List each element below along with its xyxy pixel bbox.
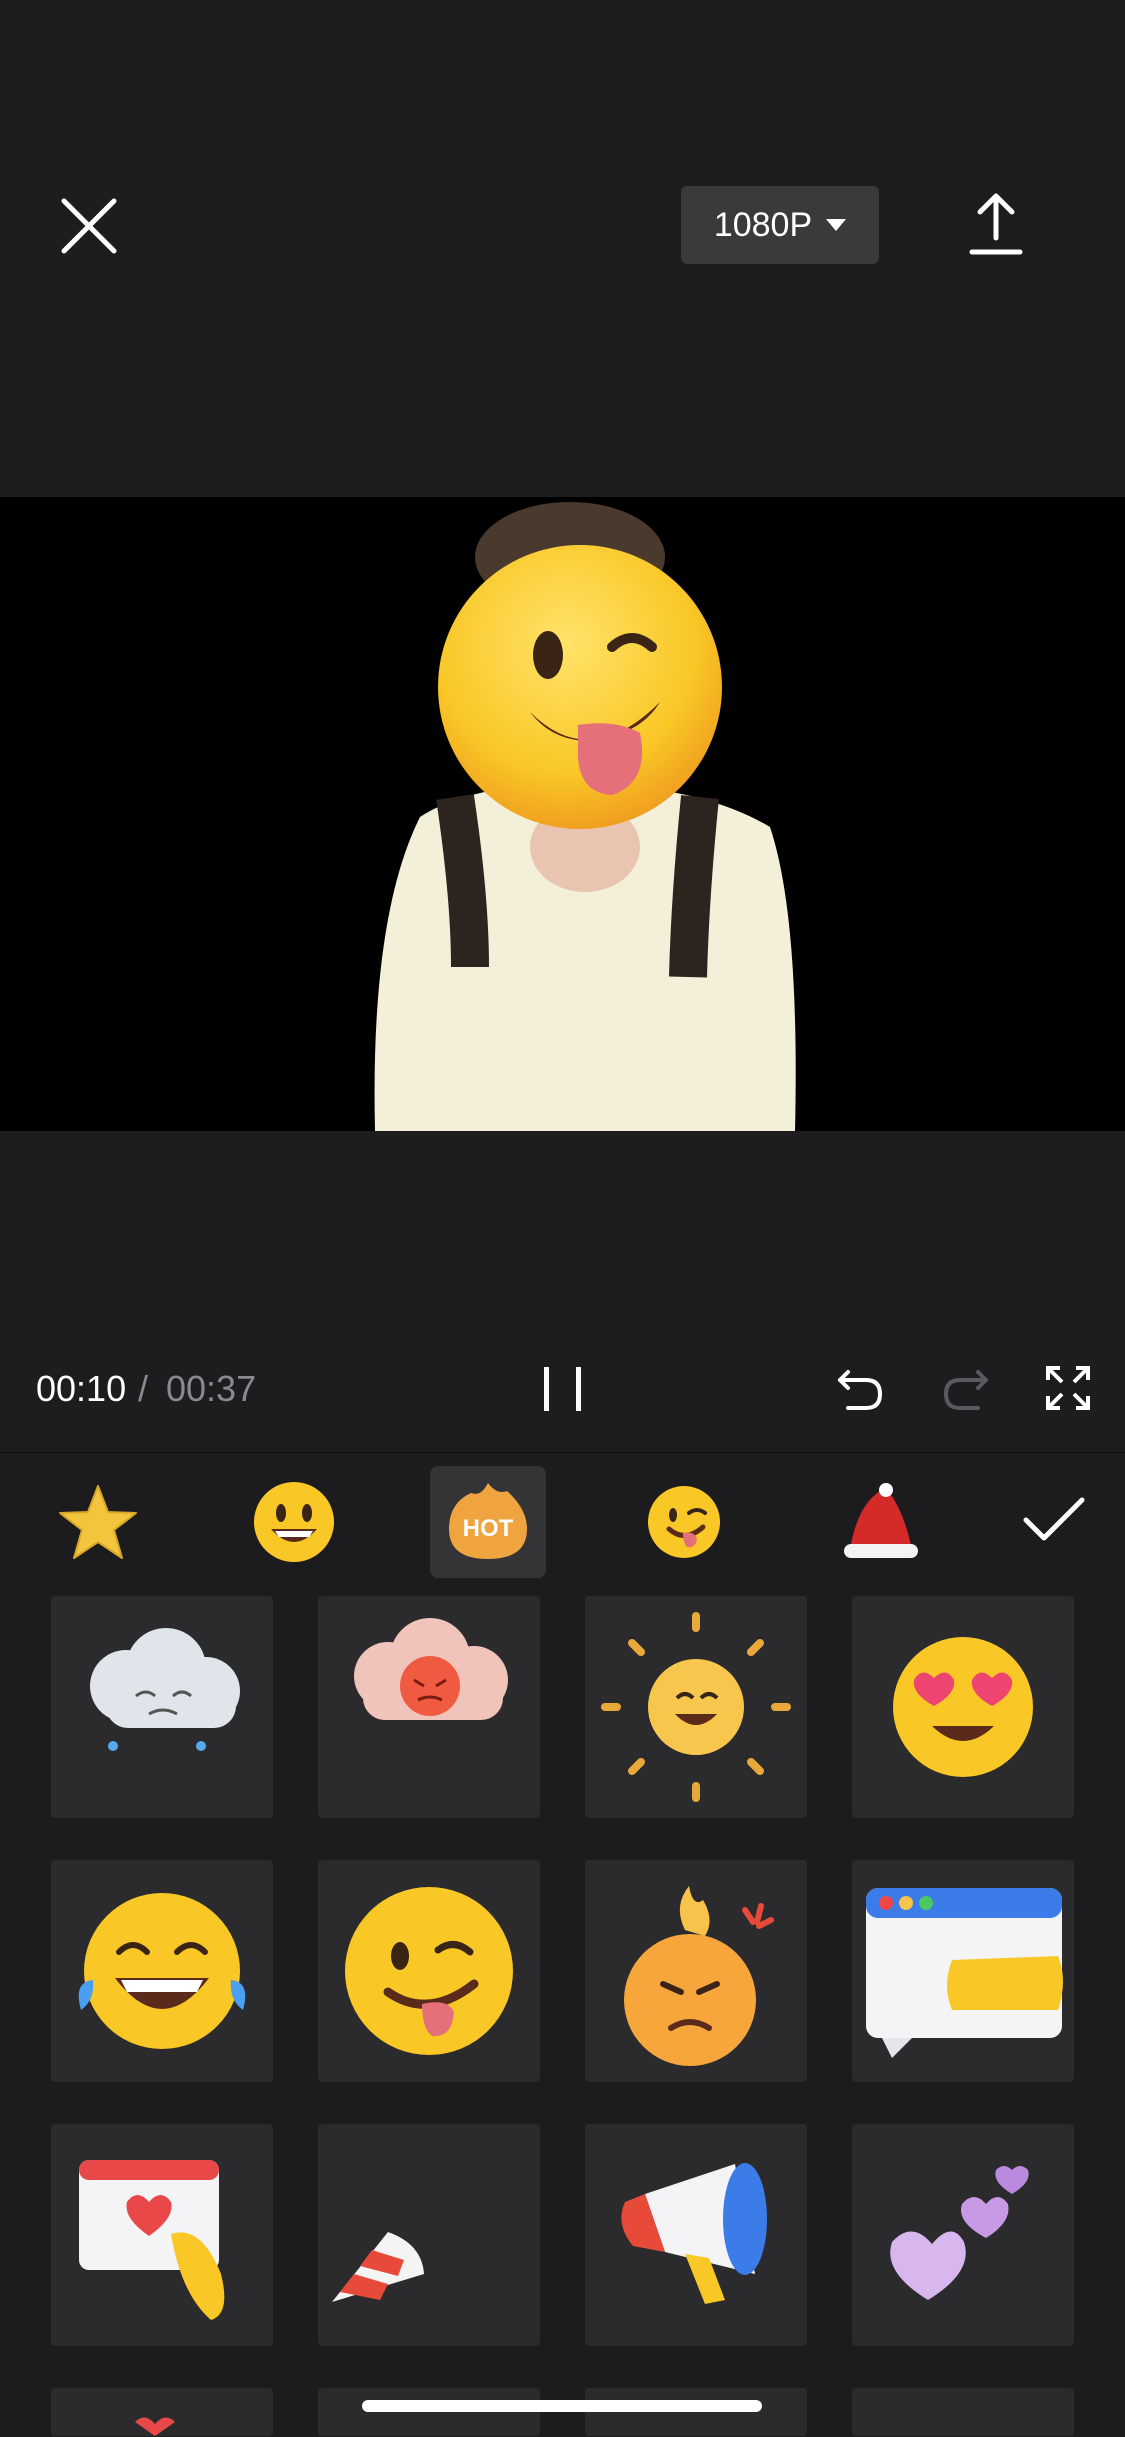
redo-icon (943, 1370, 988, 1410)
sticker-sad-cloud[interactable] (51, 1596, 273, 1818)
heart-sticker-icon (135, 2417, 175, 2436)
sticker-row4-3[interactable] (585, 2388, 807, 2436)
winking-tongue-face-icon (345, 1887, 513, 2055)
export-icon (969, 193, 1023, 255)
hearts-icon (890, 2166, 1029, 2300)
winking-tongue-face-icon (648, 1486, 720, 1558)
fullscreen-icon (1046, 1366, 1090, 1410)
tab-favorites[interactable] (40, 1466, 156, 1578)
sticker-angry-fire[interactable] (585, 1860, 807, 2082)
tab-christmas[interactable] (822, 1466, 938, 1578)
current-time: 00:10 (36, 1368, 127, 1409)
sticker-tears-of-joy[interactable] (51, 1860, 273, 2082)
tab-wink[interactable] (626, 1466, 742, 1578)
star-icon (59, 1485, 137, 1559)
hot-label: HOT (463, 1515, 514, 1542)
tears-of-joy-icon (78, 1893, 246, 2049)
megaphone-icon (621, 2163, 767, 2304)
resolution-label: 1080P (713, 205, 813, 244)
video-preview[interactable] (0, 497, 1125, 1131)
sun-smile-icon (601, 1612, 791, 1802)
redo-button[interactable] (940, 1362, 992, 1414)
tab-emoji[interactable] (236, 1466, 352, 1578)
sticker-party-popper[interactable] (318, 2124, 540, 2346)
browser-hand-icon (866, 1888, 1063, 2058)
sticker-row4-1[interactable] (51, 2388, 273, 2436)
resolution-button[interactable]: 1080P (681, 186, 879, 264)
close-icon (61, 198, 117, 254)
confirm-button[interactable] (1018, 1490, 1090, 1550)
heart-browser-icon (79, 2160, 225, 2320)
sticker-wink-tongue[interactable] (318, 1860, 540, 2082)
sticker-angry-cloud[interactable] (318, 1596, 540, 1818)
tab-hot[interactable]: HOT (430, 1466, 546, 1578)
total-time: 00:37 (166, 1368, 257, 1409)
sticker-megaphone[interactable] (585, 2124, 807, 2346)
preview-frame (374, 502, 796, 1131)
sticker-row4-4[interactable] (852, 2388, 1074, 2436)
grinning-face-icon (254, 1482, 334, 1562)
fullscreen-button[interactable] (1044, 1364, 1092, 1412)
pause-icon (544, 1367, 581, 1411)
sticker-sun-smile[interactable] (585, 1596, 807, 1818)
undo-icon (838, 1370, 883, 1410)
sticker-browser-hand[interactable] (852, 1860, 1074, 2082)
sticker-heart-eyes[interactable] (852, 1596, 1074, 1818)
hot-badge-icon: HOT (449, 1483, 527, 1559)
home-indicator (362, 2400, 762, 2412)
chevron-down-icon (826, 219, 847, 231)
santa-hat-icon (844, 1483, 918, 1558)
sticker-hearts[interactable] (852, 2124, 1074, 2346)
export-button[interactable] (966, 190, 1026, 260)
undo-button[interactable] (834, 1362, 886, 1414)
sticker-row4-2[interactable] (318, 2388, 540, 2436)
close-button[interactable] (58, 195, 120, 257)
checkmark-icon (1023, 1497, 1085, 1541)
time-separator: / (138, 1368, 149, 1409)
angry-cloud-icon (354, 1618, 508, 1720)
sad-cloud-icon (90, 1628, 240, 1751)
heart-eyes-icon (893, 1637, 1033, 1777)
angry-fire-icon (624, 1886, 774, 2066)
pause-button[interactable] (540, 1365, 586, 1413)
party-popper-icon (332, 2232, 424, 2302)
sticker-heart-browser[interactable] (51, 2124, 273, 2346)
